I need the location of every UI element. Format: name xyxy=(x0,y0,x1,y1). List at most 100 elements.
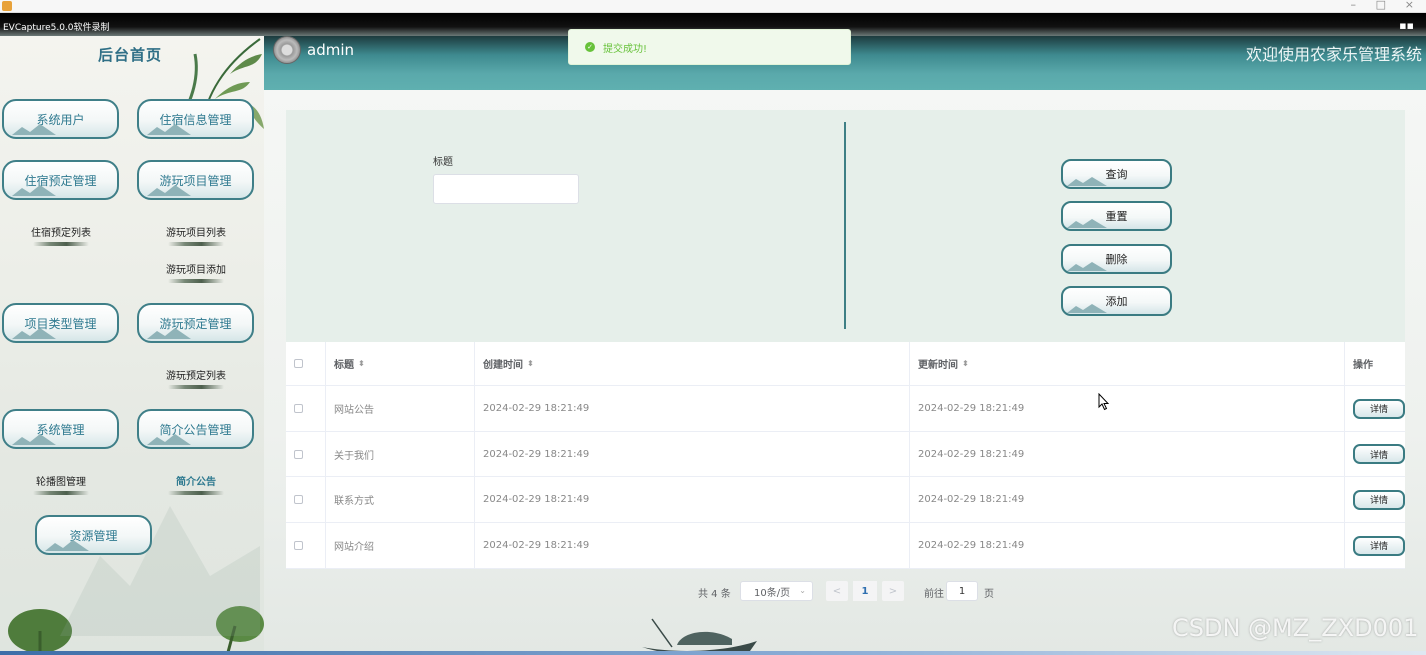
row-checkbox[interactable] xyxy=(294,495,303,504)
sub-intro-notice[interactable]: 简介公告 xyxy=(151,473,241,495)
detail-button[interactable]: 详情 xyxy=(1353,398,1405,419)
reset-label: 重置 xyxy=(1105,210,1128,223)
next-page-button[interactable]: > xyxy=(882,581,904,601)
prev-icon: < xyxy=(832,585,842,597)
page-size-value: 10条/页 xyxy=(754,587,791,599)
table-row: 网站公告 2024-02-29 18:21:49 2024-02-29 18:2… xyxy=(286,386,1405,432)
sort-icon[interactable]: ⬍ xyxy=(527,359,534,368)
goto-page-input[interactable]: 1 xyxy=(946,581,978,601)
nav-system-mgmt[interactable]: 系统管理 xyxy=(2,409,119,449)
home-title[interactable]: 后台首页 xyxy=(98,44,162,65)
header-created[interactable]: 创建时间 xyxy=(483,356,523,371)
detail-label: 详情 xyxy=(1369,450,1388,461)
table-row: 关于我们 2024-02-29 18:21:49 2024-02-29 18:2… xyxy=(286,432,1405,477)
sort-icon[interactable]: ⬍ xyxy=(358,359,365,368)
detail-label: 详情 xyxy=(1369,542,1388,552)
mountain-icon xyxy=(12,124,56,135)
detail-label: 详情 xyxy=(1369,405,1388,415)
mountain-icon xyxy=(1067,262,1107,271)
capture-title: EVCapture5.0.0软件录制 xyxy=(3,23,110,33)
title-label: 标题 xyxy=(433,157,453,168)
mountain-icon xyxy=(1067,177,1107,186)
goto-unit: 页 xyxy=(984,589,994,600)
nav-project-type[interactable]: 项目类型管理 xyxy=(2,303,119,343)
mouse-cursor-icon xyxy=(1098,393,1110,411)
mountain-icon xyxy=(12,434,56,445)
user-name[interactable]: admin xyxy=(307,41,354,59)
detail-button[interactable]: 详情 xyxy=(1353,535,1405,556)
sub-label: 游玩项目添加 xyxy=(166,265,226,276)
main-content: 标题 查询 重置 删除 添加 标题 ⬍ 创建时间 ⬍ 更新时间 ⬍ 操作 网站公… xyxy=(264,90,1426,655)
cell-updated: 2024-02-29 18:21:49 xyxy=(918,494,1025,505)
query-button[interactable]: 查询 xyxy=(1061,159,1172,189)
cell-created: 2024-02-29 18:21:49 xyxy=(483,448,590,460)
nav-intro-notice[interactable]: 简介公告管理 xyxy=(137,409,254,449)
pagination-total: 共 4 条 xyxy=(698,589,731,600)
cell-created: 2024-02-29 18:21:49 xyxy=(483,540,590,551)
toast-message: 提交成功! xyxy=(603,43,648,55)
sub-play-project-list[interactable]: 游玩项目列表 xyxy=(151,224,241,246)
row-checkbox[interactable] xyxy=(294,404,303,413)
boat-icon xyxy=(642,618,757,655)
cell-title: 联系方式 xyxy=(334,496,374,507)
maximize-icon[interactable]: □ xyxy=(1376,0,1386,11)
grid-icon[interactable]: ▪▪ xyxy=(1399,19,1414,32)
sub-play-booking-list[interactable]: 游玩预定列表 xyxy=(151,367,241,389)
sub-label: 轮播图管理 xyxy=(36,477,86,488)
cell-created: 2024-02-29 18:21:49 xyxy=(483,494,590,505)
header-title[interactable]: 标题 xyxy=(334,356,354,371)
taskbar-edge xyxy=(0,651,1426,655)
detail-button[interactable]: 详情 xyxy=(1353,489,1405,510)
page-size-select[interactable]: 10条/页 ⌄ xyxy=(740,581,813,601)
reset-button[interactable]: 重置 xyxy=(1061,201,1172,231)
close-icon[interactable]: × xyxy=(1405,0,1414,11)
delete-button[interactable]: 删除 xyxy=(1061,244,1172,274)
prev-page-button[interactable]: < xyxy=(826,581,848,601)
cell-created: 2024-02-29 18:21:49 xyxy=(483,403,590,414)
sub-carousel[interactable]: 轮播图管理 xyxy=(16,473,106,495)
cell-updated: 2024-02-29 18:21:49 xyxy=(918,540,1025,551)
notice-table: 标题 ⬍ 创建时间 ⬍ 更新时间 ⬍ 操作 网站公告 2024-02-29 18:21… xyxy=(286,342,1405,569)
row-checkbox[interactable] xyxy=(294,449,303,459)
csdn-watermark: CSDN @MZ_ZXD001 xyxy=(1172,614,1419,642)
os-title-strip: – □ × xyxy=(0,0,1426,13)
panel-divider xyxy=(844,122,846,329)
header-action: 操作 xyxy=(1353,360,1373,371)
add-button[interactable]: 添加 xyxy=(1061,286,1172,316)
mountain-icon xyxy=(1067,304,1107,313)
cell-title: 网站公告 xyxy=(334,405,374,416)
mountain-icon xyxy=(12,328,56,339)
delete-label: 删除 xyxy=(1105,253,1128,266)
nav-play-booking[interactable]: 游玩预定管理 xyxy=(137,303,254,343)
sort-icon[interactable]: ⬍ xyxy=(962,359,969,368)
nav-play-project[interactable]: 游玩项目管理 xyxy=(137,160,254,200)
query-label: 查询 xyxy=(1105,168,1128,181)
mountain-icon xyxy=(45,540,89,551)
nav-resource[interactable]: 资源管理 xyxy=(35,515,152,555)
select-all-checkbox[interactable] xyxy=(294,359,303,368)
title-search-input[interactable] xyxy=(433,174,579,204)
avatar[interactable] xyxy=(273,36,301,64)
search-panel: 标题 查询 重置 删除 添加 xyxy=(286,110,1405,342)
cell-title: 关于我们 xyxy=(334,450,374,462)
check-circle-icon: ✓ xyxy=(585,42,595,52)
page-number-current[interactable]: 1 xyxy=(853,581,877,601)
detail-button[interactable]: 详情 xyxy=(1353,444,1405,464)
success-toast: ✓ 提交成功! xyxy=(568,29,851,65)
nav-system-user[interactable]: 系统用户 xyxy=(2,99,119,139)
nav-lodging-info[interactable]: 住宿信息管理 xyxy=(137,99,254,139)
nav-lodging-booking[interactable]: 住宿预定管理 xyxy=(2,160,119,200)
sub-label: 游玩项目列表 xyxy=(166,228,226,239)
mountain-icon xyxy=(147,328,191,339)
chevron-down-icon: ⌄ xyxy=(799,586,806,595)
header-updated[interactable]: 更新时间 xyxy=(918,356,958,371)
minimize-icon[interactable]: – xyxy=(1351,0,1357,11)
mountain-icon xyxy=(12,185,56,196)
sub-play-project-add[interactable]: 游玩项目添加 xyxy=(151,261,241,283)
table-row: 联系方式 2024-02-29 18:21:49 2024-02-29 18:2… xyxy=(286,477,1405,523)
row-checkbox[interactable] xyxy=(294,541,303,550)
cell-updated: 2024-02-29 18:21:49 xyxy=(918,448,1025,460)
sub-label: 住宿预定列表 xyxy=(31,228,91,239)
sub-lodging-booking-list[interactable]: 住宿预定列表 xyxy=(16,224,106,246)
mountain-icon xyxy=(147,434,191,445)
